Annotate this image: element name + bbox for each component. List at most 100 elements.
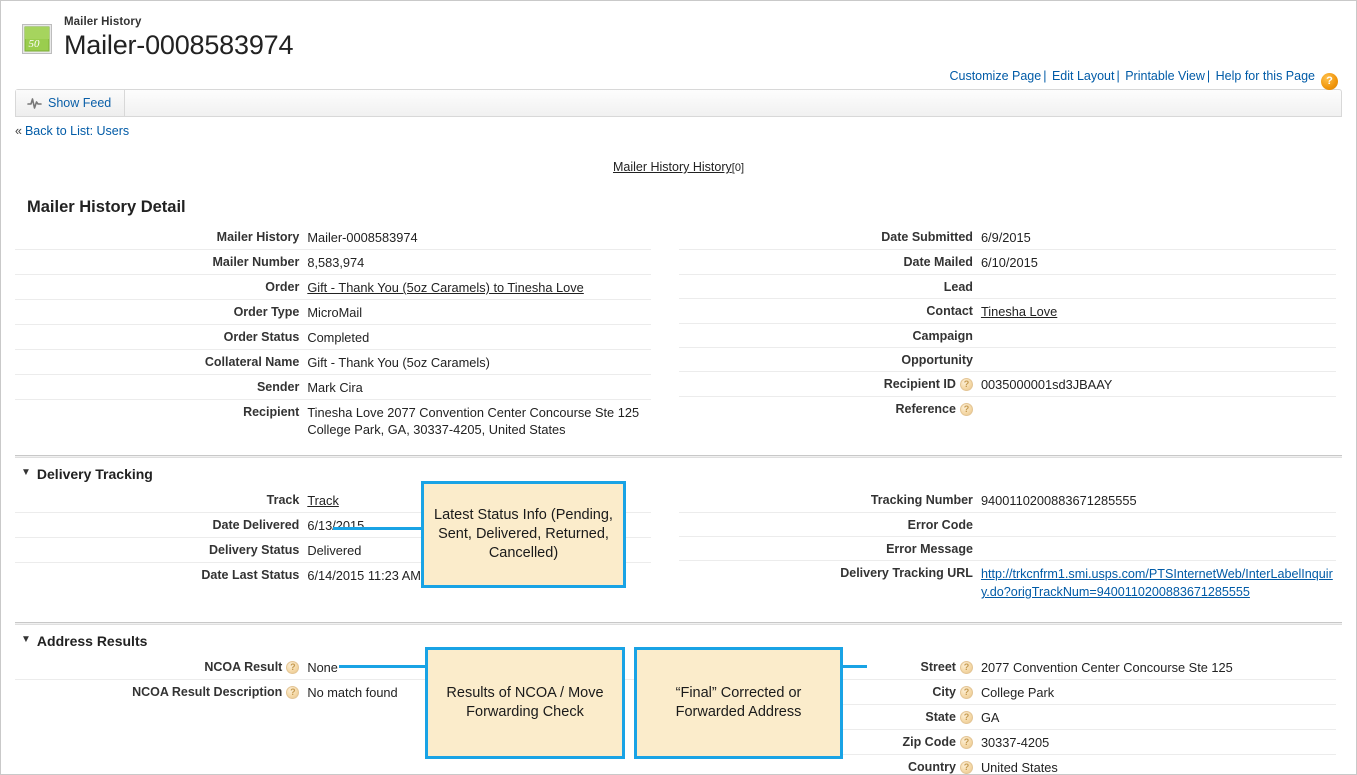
field-row-recipient-id: Recipient ID ? 0035000001sd3JBAAY — [678, 372, 1336, 397]
field-value: United States — [980, 760, 1058, 775]
link-separator-3: | — [1206, 69, 1211, 83]
chevron-left-icon: « — [15, 124, 22, 138]
track-link[interactable]: Track — [307, 493, 339, 508]
field-row-order-status: Order Status Completed — [15, 325, 651, 350]
field-value: College Park — [980, 685, 1055, 700]
field-label: Error Message — [886, 542, 973, 556]
field-value: 9400110200883671285555 — [980, 493, 1137, 508]
page-header: 50 Mailer History Mailer-0008583974 Cust… — [1, 1, 1356, 90]
ncoa-callout-connector — [339, 665, 429, 668]
field-value: 0035000001sd3JBAAY — [980, 377, 1113, 392]
field-label: Date Last Status — [201, 568, 300, 582]
final-address-callout: “Final” Corrected or Forwarded Address — [634, 647, 843, 759]
field-label: Reference — [895, 402, 956, 416]
field-row-error-message: Error Message — [678, 537, 1336, 561]
field-row-date-mailed: Date Mailed 6/10/2015 — [678, 250, 1336, 275]
section-title: Address Results — [36, 633, 148, 649]
field-label: Order Type — [233, 305, 300, 319]
mailer-history-history-link[interactable]: Mailer History History — [613, 160, 732, 174]
field-label: Lead — [943, 280, 973, 294]
help-info-icon[interactable]: ? — [959, 377, 973, 391]
field-label: Recipient — [243, 405, 300, 419]
field-value — [981, 539, 1336, 544]
field-label: Date Delivered — [212, 518, 300, 532]
help-for-this-page-link[interactable]: Help for this Page — [1216, 69, 1315, 83]
detail-block-title: Mailer History Detail — [27, 198, 186, 216]
field-label: Track — [266, 493, 300, 507]
collapse-triangle-icon[interactable]: ▼ — [21, 468, 31, 478]
related-list-quick-links: Mailer History History[0] — [1, 160, 1356, 174]
field-row-date-submitted: Date Submitted 6/9/2015 — [678, 225, 1336, 250]
contact-link[interactable]: Tinesha Love — [981, 304, 1057, 319]
field-label: NCOA Result Description — [132, 685, 283, 699]
field-row-lead: Lead — [678, 275, 1336, 299]
field-label: Order Status — [223, 330, 300, 344]
help-info-icon[interactable]: ? — [959, 735, 973, 749]
field-label: Contact — [926, 304, 973, 318]
field-row-sender: Sender Mark Cira — [15, 375, 651, 400]
order-link[interactable]: Gift - Thank You (5oz Caramels) to Tines… — [307, 280, 583, 295]
help-info-icon[interactable]: ? — [959, 760, 973, 774]
field-row-delivery-tracking-url: Delivery Tracking URL http://trkcnfrm1.s… — [679, 561, 1337, 604]
field-row-recipient: Recipient Tinesha Love 2077 Convention C… — [15, 400, 651, 441]
object-type-label: Mailer History — [64, 16, 142, 28]
field-value: MicroMail — [307, 305, 363, 320]
field-row-error-code: Error Code — [678, 513, 1336, 537]
detail-left-column: Mailer History Mailer-0008583974 Mailer … — [15, 225, 679, 441]
field-label: NCOA Result — [204, 660, 283, 674]
title-block: Mailer History Mailer-0008583974 — [64, 15, 293, 60]
detail-columns: Mailer History Mailer-0008583974 Mailer … — [15, 225, 1342, 441]
field-value: 30337-4205 — [980, 735, 1050, 750]
svg-text:50: 50 — [29, 38, 41, 50]
detail-right-column: Date Submitted 6/9/2015 Date Mailed 6/10… — [678, 225, 1343, 441]
page-title: Mailer-0008583974 — [64, 29, 294, 60]
customize-page-link[interactable]: Customize Page — [949, 69, 1041, 83]
field-label: Recipient ID — [883, 377, 956, 391]
feed-toolbar: Show Feed — [15, 89, 1342, 117]
page-root: 50 Mailer History Mailer-0008583974 Cust… — [0, 0, 1357, 775]
status-callout: Latest Status Info (Pending, Sent, Deliv… — [421, 481, 626, 588]
field-label: Opportunity — [901, 353, 973, 367]
field-value: 8,583,974 — [307, 255, 365, 270]
question-mark-icon[interactable]: ? — [1321, 73, 1338, 90]
help-info-icon[interactable]: ? — [959, 710, 973, 724]
help-info-icon[interactable]: ? — [959, 660, 973, 674]
printable-view-link[interactable]: Printable View — [1125, 69, 1205, 83]
field-row-opportunity: Opportunity — [678, 348, 1336, 372]
delivery-columns: Track Track Date Delivered 6/13/2015 Del… — [15, 488, 1342, 604]
help-info-icon[interactable]: ? — [286, 660, 300, 674]
section-divider — [15, 622, 1342, 625]
help-info-icon[interactable]: ? — [286, 685, 300, 699]
header-title-area: 50 Mailer History Mailer-0008583974 — [15, 15, 1342, 60]
field-value: 6/9/2015 — [980, 230, 1031, 245]
field-label: Mailer History — [216, 230, 300, 244]
edit-layout-link[interactable]: Edit Layout — [1052, 69, 1115, 83]
delivery-tracking-url-link[interactable]: http://trkcnfrm1.smi.usps.com/PTSInterne… — [981, 567, 1333, 599]
show-feed-label: Show Feed — [48, 96, 112, 110]
field-label: State — [925, 710, 956, 724]
field-row-order-type: Order Type MicroMail — [15, 300, 651, 325]
link-separator-1: | — [1043, 69, 1047, 83]
field-value — [981, 326, 1336, 331]
field-value — [981, 515, 1336, 520]
show-feed-button[interactable]: Show Feed — [16, 90, 126, 116]
header-action-links: Customize Page | Edit Layout | Printable V… — [949, 69, 1338, 90]
ncoa-callout: Results of NCOA / Move Forwarding Check — [425, 647, 625, 759]
field-row-reference: Reference ? — [679, 397, 1337, 421]
link-separator-2: | — [1116, 69, 1120, 83]
field-label: Campaign — [912, 329, 973, 343]
related-list-count: [0] — [731, 162, 744, 174]
field-label: Date Submitted — [881, 230, 973, 244]
back-to-list[interactable]: «Back to List: Users — [15, 124, 1356, 138]
final-address-callout-text: “Final” Corrected or Forwarded Address — [675, 684, 802, 720]
field-value: Mailer-0008583974 — [307, 230, 418, 245]
final-address-callout-connector — [839, 665, 867, 668]
field-value: Gift - Thank You (5oz Caramels) — [307, 355, 490, 370]
collapse-triangle-icon[interactable]: ▼ — [21, 635, 31, 645]
field-label: Date Mailed — [903, 255, 973, 269]
help-info-icon[interactable]: ? — [959, 402, 973, 416]
back-to-list-link[interactable]: Back to List: Users — [25, 124, 129, 138]
help-info-icon[interactable]: ? — [959, 685, 973, 699]
delivery-tracking-section-header[interactable]: ▼ Delivery Tracking — [21, 466, 1342, 482]
field-row-mailer-number: Mailer Number 8,583,974 — [15, 250, 651, 275]
